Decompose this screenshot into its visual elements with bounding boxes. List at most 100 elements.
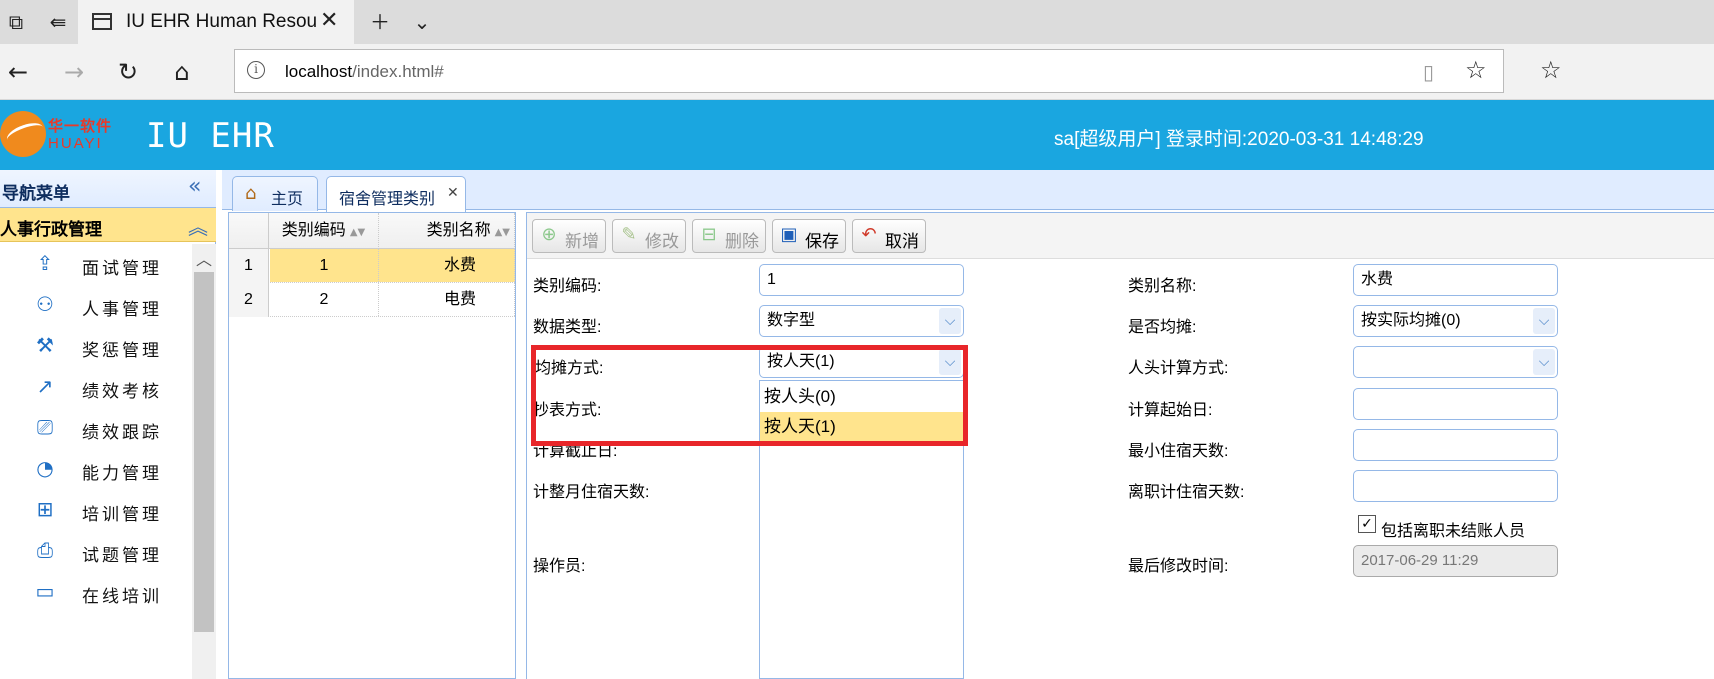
close-tab-icon[interactable]: ✕: [320, 8, 338, 33]
rss-icon: ◔: [36, 456, 54, 480]
favorites-list-icon[interactable]: ☆: [1540, 56, 1562, 84]
reading-view-icon[interactable]: ▯: [1423, 60, 1434, 84]
include-label: 包括离职未结账人员: [1381, 523, 1526, 540]
row-number: 2: [229, 283, 269, 317]
method-label: 均摊方式:: [535, 360, 604, 377]
computer-icon: ⊞: [36, 497, 54, 521]
sort-icon: ▲▼: [494, 227, 510, 238]
method-select[interactable]: 按人天(1) ⌵: [759, 346, 964, 378]
app-header: 华一软件 HUAYI IU EHR sa[超级用户] 登录时间:2020-03-…: [0, 100, 1714, 170]
browser-tab[interactable]: IU EHR Human Resource ✕: [78, 0, 354, 44]
table-row[interactable]: 2 2 电费: [229, 283, 515, 317]
add-button[interactable]: ⊕ 新增: [532, 219, 606, 253]
upload-icon: ⇪: [36, 251, 54, 275]
login-info: sa[超级用户] 登录时间:2020-03-31 14:48:29: [1054, 129, 1424, 150]
tab-home-label: 主页: [271, 189, 304, 208]
head-calc-label: 人头计算方式:: [1128, 360, 1229, 377]
datatype-select[interactable]: 数字型 ⌵: [759, 305, 964, 337]
browser-tab-title: IU EHR Human Resource: [126, 11, 316, 32]
content-tab-bar: ⌂ 主页 宿舍管理类别 ✕: [222, 170, 1714, 212]
app-title: IU EHR: [146, 116, 275, 156]
dropdown-option[interactable]: 按人头(0): [760, 382, 963, 412]
code-input[interactable]: 1: [759, 264, 964, 296]
include-checkbox[interactable]: ✓: [1358, 515, 1376, 533]
menu-item-label: 培训管理: [82, 505, 162, 525]
start-day-input[interactable]: [1353, 388, 1558, 420]
home-icon[interactable]: ⌂: [166, 56, 198, 88]
tab-dorm-category[interactable]: 宿舍管理类别 ✕: [326, 176, 466, 212]
set-aside-tabs-icon[interactable]: ⇚: [44, 8, 72, 36]
table-row[interactable]: 1 1 水费: [229, 249, 515, 283]
menu-item-label: 在线培训: [82, 587, 162, 607]
menu-item-training[interactable]: ⊞ 培训管理: [0, 490, 192, 530]
chevron-down-icon[interactable]: ⌵: [1533, 349, 1555, 375]
favorite-star-icon[interactable]: ☆: [1465, 56, 1487, 84]
scrollbar-thumb[interactable]: [194, 272, 214, 632]
new-tab-icon[interactable]: ＋: [366, 8, 394, 36]
menu-item-tracking[interactable]: ⎚ 绩效跟踪: [0, 408, 192, 448]
menu-group-header[interactable]: 人事行政管理 ︽: [0, 208, 216, 242]
edit-button[interactable]: ✎ 修改: [612, 219, 686, 253]
min-days-input[interactable]: [1353, 429, 1558, 461]
row-number-header: [229, 213, 269, 249]
modified-label: 最后修改时间:: [1128, 558, 1229, 575]
menu-item-label: 人事管理: [82, 300, 162, 320]
menu-item-label: 绩效跟踪: [82, 423, 162, 443]
users-icon: ⚇: [36, 292, 54, 316]
method-dropdown-list: 按人头(0) 按人天(1): [759, 380, 964, 679]
operator-label: 操作员:: [533, 558, 586, 575]
site-info-icon[interactable]: i: [247, 61, 265, 79]
share-label: 是否均摊:: [1128, 319, 1197, 336]
address-bar[interactable]: i localhost/index.html# ▯ ☆: [234, 49, 1504, 93]
tab-manager-icon[interactable]: ⧉: [2, 8, 30, 36]
menu-item-label: 绩效考核: [82, 382, 162, 402]
leave-days-input[interactable]: [1353, 470, 1558, 502]
navigation-menu: 导航菜单 « 人事行政管理 ︽ ⇪ 面试管理 ⚇ 人事管理 ⚒ 奖惩管理 ↗ 绩…: [0, 170, 216, 679]
scroll-up-icon[interactable]: ︿: [196, 246, 212, 270]
menu-item-personnel[interactable]: ⚇ 人事管理: [0, 285, 192, 325]
cell-name[interactable]: 水费: [379, 249, 515, 282]
cancel-button[interactable]: ↶ 取消: [852, 219, 926, 253]
toolbar: ⊕ 新增 ✎ 修改 ⊟ 删除 ▣ 保存 ↶ 取消: [527, 213, 1714, 259]
minus-icon: ⊟: [701, 224, 717, 245]
menu-group-title: 人事行政管理: [0, 220, 102, 239]
url-text[interactable]: localhost/index.html#: [285, 62, 444, 82]
column-header-code[interactable]: 类别编码 ▲▼: [269, 213, 379, 249]
cell-code[interactable]: 2: [270, 283, 379, 316]
chevron-down-icon[interactable]: ⌄: [408, 8, 436, 36]
delete-button[interactable]: ⊟ 删除: [692, 219, 766, 253]
collapse-up-icon[interactable]: ︽: [188, 211, 208, 240]
dropdown-option-selected[interactable]: 按人天(1): [760, 412, 963, 442]
collapse-left-icon[interactable]: «: [188, 174, 201, 199]
chevron-down-icon[interactable]: ⌵: [1533, 308, 1555, 334]
head-calc-select[interactable]: ⌵: [1353, 346, 1558, 378]
menu-item-ability[interactable]: ◔ 能力管理: [0, 449, 192, 489]
undo-arrow-icon: ↶: [861, 224, 877, 245]
logo-ball-icon: [0, 111, 46, 157]
full-month-label: 计整月住宿天数:: [533, 484, 650, 501]
forward-icon[interactable]: →: [58, 56, 90, 88]
menu-item-interview[interactable]: ⇪ 面试管理: [0, 244, 192, 284]
menu-item-questions[interactable]: ⎙ 试题管理: [0, 531, 192, 571]
menu-item-online-training[interactable]: ▭ 在线培训: [0, 572, 192, 612]
sort-icon: ▲▼: [349, 227, 366, 238]
refresh-icon[interactable]: ↻: [112, 56, 144, 88]
navigation-menu-header: 导航菜单 «: [0, 170, 216, 208]
back-icon[interactable]: ←: [2, 56, 34, 88]
menu-item-performance[interactable]: ↗ 绩效考核: [0, 367, 192, 407]
close-tab-icon[interactable]: ✕: [447, 185, 459, 201]
cell-name[interactable]: 电费: [379, 283, 515, 316]
tab-home[interactable]: ⌂ 主页: [232, 176, 318, 211]
menu-scrollbar[interactable]: ︿: [192, 244, 216, 679]
chevron-down-icon[interactable]: ⌵: [939, 308, 961, 334]
share-select[interactable]: 按实际均摊(0) ⌵: [1353, 305, 1558, 337]
cell-code[interactable]: 1: [270, 249, 379, 282]
save-button[interactable]: ▣ 保存: [772, 219, 846, 253]
plus-icon: ⊕: [541, 224, 557, 245]
column-header-name[interactable]: 类别名称 ▲▼: [379, 213, 515, 249]
chevron-down-icon[interactable]: ⌵: [939, 349, 961, 375]
floppy-disk-icon: ▣: [780, 224, 798, 245]
menu-item-rewards[interactable]: ⚒ 奖惩管理: [0, 326, 192, 366]
tab-dorm-category-label: 宿舍管理类别: [339, 189, 436, 208]
name-input[interactable]: 水费: [1353, 264, 1558, 296]
